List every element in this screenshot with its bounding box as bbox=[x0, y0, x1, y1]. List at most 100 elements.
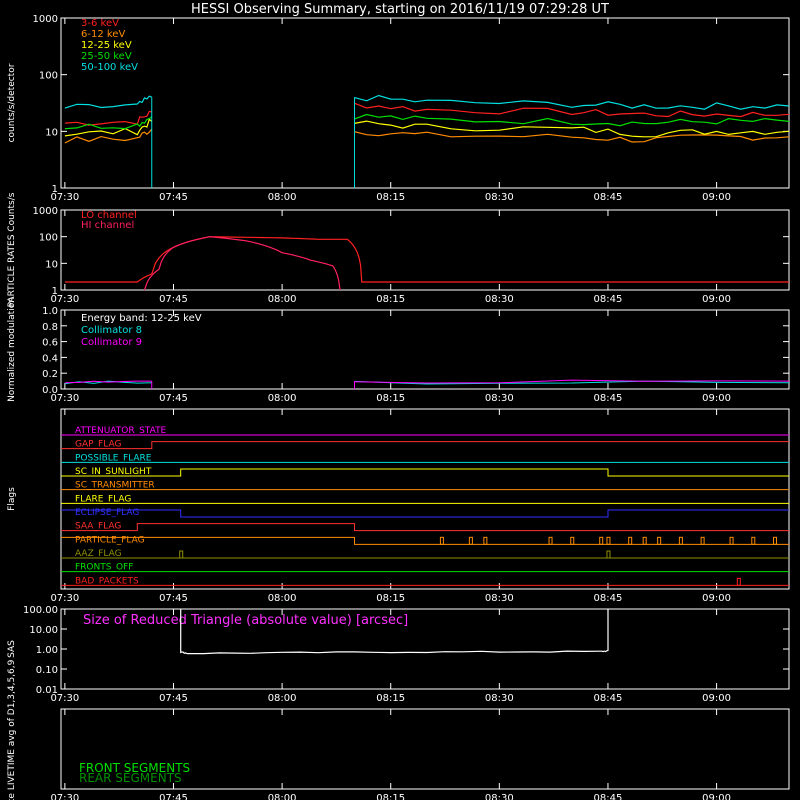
time-tick-label: 07:45 bbox=[159, 693, 188, 704]
flag-spike bbox=[179, 550, 184, 559]
flag-spike bbox=[599, 536, 604, 545]
flag-spike bbox=[642, 536, 647, 545]
flag-spike bbox=[736, 577, 741, 586]
y-tick-label: 1.00 bbox=[36, 645, 58, 656]
legend-entry: Collimator 8 bbox=[81, 325, 142, 336]
flag-line-eclipse-flag bbox=[61, 509, 789, 518]
flag-spike bbox=[570, 536, 575, 545]
y-axis-label: Flags bbox=[7, 487, 17, 511]
panel-annotation: Size of Reduced Triangle (absolute value… bbox=[83, 613, 408, 628]
y-tick-label: 10 bbox=[45, 259, 58, 270]
y-tick-label: 0.2 bbox=[42, 369, 58, 380]
flag-line-gap-flag bbox=[61, 441, 789, 450]
flag-spike bbox=[628, 536, 633, 545]
time-tick-label: 08:30 bbox=[485, 294, 514, 305]
flag-spike bbox=[439, 536, 444, 545]
time-tick-label: 07:45 bbox=[159, 192, 188, 203]
time-tick-label: 08:15 bbox=[376, 393, 405, 404]
flag-line-sc-in-sunlight bbox=[61, 468, 789, 477]
series-line-LO-channel bbox=[64, 236, 789, 283]
flag-spike bbox=[483, 536, 488, 545]
flag-spike bbox=[468, 536, 473, 545]
time-tick-label: 08:00 bbox=[268, 793, 297, 800]
y-tick-label: 10.00 bbox=[29, 625, 58, 636]
plot-layer: 07:30 07:45 08:00 08:15 08:30 08:45 09:00 count… bbox=[7, 14, 790, 800]
flag-spike bbox=[729, 536, 734, 545]
time-tick-label: 07:45 bbox=[159, 393, 188, 404]
series-line-12-25-keV bbox=[354, 120, 790, 138]
legend-entry: Collimator 9 bbox=[81, 337, 142, 348]
time-tick-label: 08:45 bbox=[594, 393, 623, 404]
time-tick-label: 08:15 bbox=[376, 793, 405, 800]
time-tick-label: 08:30 bbox=[485, 192, 514, 203]
flag-spike bbox=[657, 536, 662, 545]
panel-frame-4 bbox=[60, 408, 790, 590]
legend-entry: 12-25 keV bbox=[81, 40, 132, 51]
time-tick-label: 09:00 bbox=[702, 294, 731, 305]
time-tick-label: 08:00 bbox=[268, 192, 297, 203]
flag-spike bbox=[606, 536, 611, 545]
legend-entry: HI channel bbox=[81, 220, 134, 231]
y-axis-label: SAS bbox=[7, 640, 17, 658]
y-tick-label: 0.6 bbox=[42, 338, 58, 349]
observing-summary-figure: HESSI Observing Summary, starting on 201… bbox=[7, 2, 790, 800]
time-tick-label: 08:45 bbox=[594, 693, 623, 704]
y-axis-label: counts/s/detector bbox=[7, 63, 17, 142]
time-tick-label: 08:45 bbox=[594, 294, 623, 305]
series-line-HI-channel bbox=[143, 236, 341, 291]
time-tick-label: 07:45 bbox=[159, 793, 188, 800]
time-tick-label: 08:00 bbox=[268, 294, 297, 305]
time-tick-label: 08:15 bbox=[376, 693, 405, 704]
y-tick-label: 0.0 bbox=[42, 385, 58, 396]
time-tick-label: 08:45 bbox=[594, 793, 623, 800]
time-tick-label: 08:15 bbox=[376, 294, 405, 305]
flag-line-saa-flag bbox=[61, 523, 789, 532]
y-tick-label: 1.0 bbox=[42, 306, 58, 317]
legend-entry: 6-12 keV bbox=[81, 29, 125, 40]
time-tick-label: 09:00 bbox=[702, 593, 731, 604]
legend-entry: REAR SEGMENTS bbox=[79, 771, 182, 785]
series-line-50-100-keV bbox=[64, 95, 153, 109]
time-tick-label: 08:30 bbox=[485, 393, 514, 404]
time-tick-label: 07:45 bbox=[159, 294, 188, 305]
flag-spike bbox=[751, 536, 756, 545]
legend-entry: 3-6 keV bbox=[81, 18, 119, 29]
panel-annotation: Energy band: 12-25 keV bbox=[81, 313, 202, 324]
y-axis-label: PARTICLE RATES Counts/s bbox=[7, 192, 17, 307]
y-axis-label: Mon. Rate LIVETIME avg of D1,3,4,5,6,9 bbox=[7, 659, 17, 800]
time-tick-label: 08:30 bbox=[485, 593, 514, 604]
y-tick-label: 0.8 bbox=[42, 322, 58, 333]
y-tick-label: 1 bbox=[52, 184, 58, 195]
series-line-3-6-keV bbox=[64, 110, 152, 126]
flag-spike bbox=[700, 536, 705, 545]
time-tick-label: 08:30 bbox=[485, 693, 514, 704]
flag-spike bbox=[678, 536, 683, 545]
time-tick-label: 09:00 bbox=[702, 192, 731, 203]
flag-spike bbox=[606, 550, 611, 559]
time-tick-label: 07:45 bbox=[159, 593, 188, 604]
y-tick-label: 100 bbox=[39, 71, 58, 82]
flag-spike bbox=[548, 536, 553, 545]
time-tick-label: 09:00 bbox=[702, 693, 731, 704]
time-tick-label: 08:00 bbox=[268, 593, 297, 604]
y-tick-label: 1000 bbox=[33, 206, 58, 217]
panel-frame-1 bbox=[60, 17, 790, 189]
time-tick-label: 08:15 bbox=[376, 192, 405, 203]
y-tick-label: 10 bbox=[45, 127, 58, 138]
time-tick-label: 08:15 bbox=[376, 593, 405, 604]
flag-spike bbox=[773, 536, 778, 545]
time-tick-label: 08:30 bbox=[485, 793, 514, 800]
time-tick-label: 09:00 bbox=[702, 393, 731, 404]
y-tick-label: 0.01 bbox=[36, 685, 58, 696]
legend-entry: 50-100 keV bbox=[81, 62, 138, 73]
time-tick-label: 09:00 bbox=[702, 793, 731, 800]
y-tick-label: 1000 bbox=[33, 14, 58, 25]
time-tick-label: 07:30 bbox=[50, 593, 79, 604]
time-tick-label: 08:00 bbox=[268, 693, 297, 704]
time-tick-label: 07:30 bbox=[50, 793, 79, 800]
legend-entry: 25-50 keV bbox=[81, 51, 132, 62]
time-tick-label: 08:45 bbox=[594, 192, 623, 203]
y-tick-label: 100.00 bbox=[23, 605, 58, 616]
time-tick-label: 08:00 bbox=[268, 393, 297, 404]
time-tick-label: 08:45 bbox=[594, 593, 623, 604]
